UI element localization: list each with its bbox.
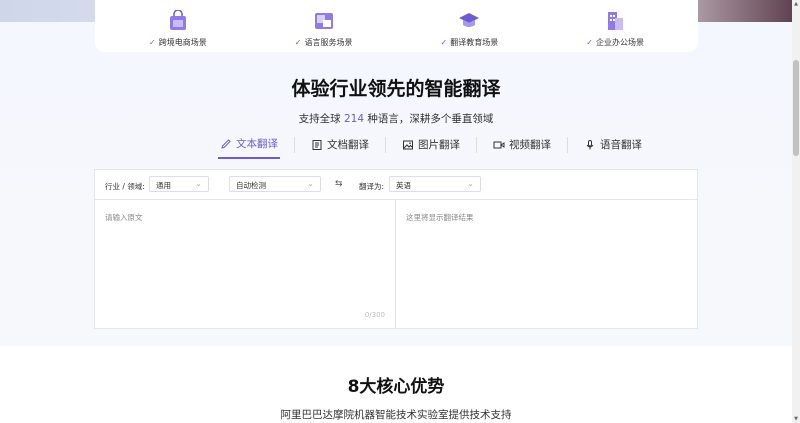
page-subtitle: 支持全球 214 种语言，深耕多个垂直领域 — [298, 113, 494, 125]
graduation-cap-icon — [459, 13, 480, 27]
tab-divider — [385, 136, 386, 153]
page-title: 体验行业领先的智能翻译 — [291, 78, 501, 100]
chevron-down-icon: ⌄ — [307, 179, 314, 188]
scenario-education[interactable]: ✓ 翻译教育场景 — [397, 4, 543, 48]
scenario-language-service[interactable]: ✓ 语言服务场景 — [251, 4, 397, 48]
document-icon — [312, 139, 322, 150]
scenario-label: 语言服务场景 — [304, 38, 353, 47]
scenario-label: 企业办公场景 — [595, 38, 644, 47]
language-toolbar: 行业 / 领域: 通用 ⌄ 自动检测 ⌄ ⇆ 翻译为: 英语 ⌄ — [95, 170, 697, 200]
domain-label: 行业 / 领域: — [105, 182, 145, 191]
tab-label: 视频翻译 — [509, 139, 551, 151]
scroll-down-icon[interactable]: ▼ — [792, 415, 800, 423]
target-language-select[interactable]: 英语 ⌄ — [389, 176, 481, 192]
advantages-subtitle: 阿里巴巴达摩院机器智能技术实验室提供技术支持 — [280, 409, 512, 421]
translate-doc-icon — [314, 13, 333, 29]
tab-divider — [476, 136, 477, 153]
source-placeholder: 请输入原文 — [105, 213, 143, 222]
chevron-down-icon: ⌄ — [467, 179, 474, 188]
domain-select[interactable]: 通用 ⌄ — [149, 176, 209, 192]
translation-tabs: 文本翻译 文档翻译 图片翻译 视频翻译 语音翻译 — [218, 136, 658, 159]
chevron-down-icon: ⌄ — [195, 179, 202, 188]
check-icon: ✓ — [440, 38, 448, 47]
scenario-label: 跨境电商场景 — [158, 38, 207, 47]
scroll-up-icon[interactable]: ▲ — [792, 0, 800, 8]
translation-output: 这里将显示翻译结果 — [396, 200, 697, 329]
swap-languages-icon[interactable]: ⇆ — [335, 179, 343, 189]
target-label: 翻译为: — [359, 182, 385, 191]
scenario-cross-border[interactable]: ✓ 跨境电商场景 — [105, 4, 251, 48]
tab-divider — [567, 136, 568, 153]
scrollbar-thumb[interactable] — [793, 60, 799, 156]
translation-editor: 行业 / 领域: 通用 ⌄ 自动检测 ⌄ ⇆ 翻译为: 英语 ⌄ 请输入原文 0… — [94, 169, 698, 329]
check-icon: ✓ — [586, 38, 593, 47]
tab-label: 图片翻译 — [418, 139, 460, 151]
result-placeholder: 这里将显示翻译结果 — [406, 213, 474, 222]
tab-speech[interactable]: 语音翻译 — [582, 137, 644, 158]
tab-image[interactable]: 图片翻译 — [400, 137, 462, 158]
char-counter: 0/300 — [364, 311, 385, 319]
tab-label: 文本翻译 — [236, 138, 278, 150]
page-scrollbar[interactable]: ▲ ▼ — [792, 0, 800, 423]
tab-document[interactable]: 文档翻译 — [309, 137, 371, 158]
language-count: 214 — [343, 113, 365, 125]
scenario-label: 翻译教育场景 — [450, 38, 499, 47]
check-icon: ✓ — [294, 38, 302, 47]
tab-divider — [294, 136, 295, 153]
tab-text[interactable]: 文本翻译 — [218, 136, 280, 159]
shopping-bag-icon — [169, 10, 186, 30]
scenario-office[interactable]: ✓ 企业办公场景 — [542, 4, 688, 48]
microphone-icon — [586, 139, 594, 149]
office-building-icon — [608, 12, 624, 30]
pencil-icon — [221, 138, 231, 149]
advantages-title: 8大核心优势 — [347, 377, 445, 397]
check-icon: ✓ — [149, 38, 156, 47]
tab-label: 文档翻译 — [327, 139, 369, 151]
tab-label: 语音翻译 — [600, 139, 642, 151]
scenario-card: ✓ 跨境电商场景 ✓ 语言服务场景 ✓ 翻译教育场景 ✓ 企业办公场景 — [95, 0, 698, 52]
source-text-input[interactable]: 请输入原文 0/300 — [95, 200, 396, 329]
source-language-select[interactable]: 自动检测 ⌄ — [229, 176, 321, 192]
tab-video[interactable]: 视频翻译 — [491, 137, 553, 158]
video-icon — [493, 141, 505, 148]
image-icon — [403, 140, 413, 149]
